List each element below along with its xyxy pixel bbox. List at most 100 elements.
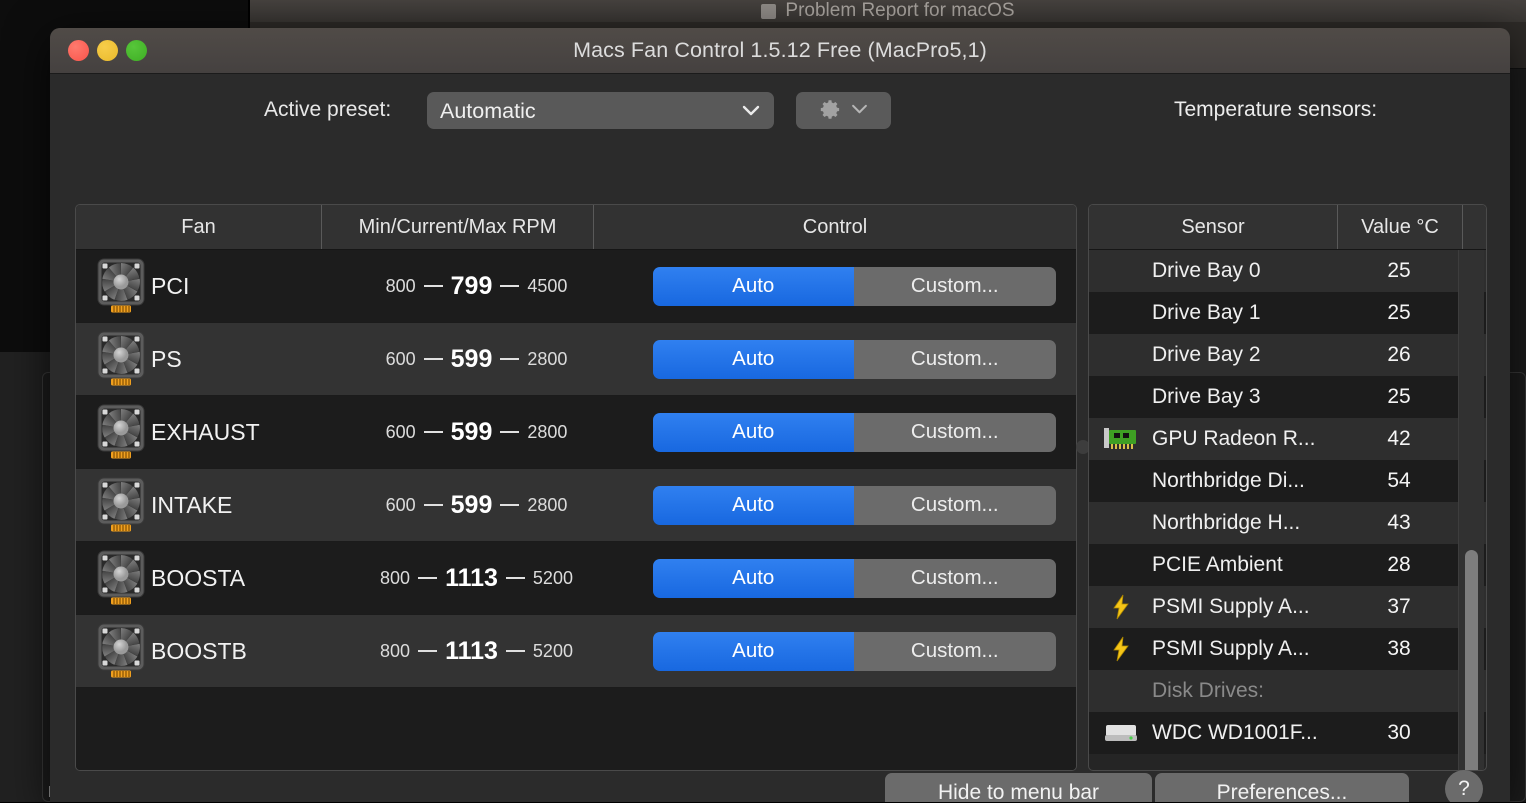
fan-custom-button[interactable]: Custom... (854, 267, 1056, 306)
fan-auto-button[interactable]: Auto (653, 340, 855, 379)
fan-rpm-values: 8007994500 (321, 272, 632, 301)
sensor-name: GPU Radeon R... (1152, 427, 1337, 451)
sensor-name: PCIE Ambient (1152, 553, 1337, 577)
value-column-header[interactable]: Value °C (1338, 205, 1463, 249)
sensor-row-container: Drive Bay 025Drive Bay 125Drive Bay 226D… (1089, 250, 1486, 754)
fan-table: Fan Min/Current/Max RPM Control PCI80079… (75, 204, 1077, 771)
fan-custom-button[interactable]: Custom... (854, 413, 1056, 452)
rpm-column-header[interactable]: Min/Current/Max RPM (322, 205, 594, 249)
sensor-scrollbar-track[interactable] (1458, 250, 1484, 770)
rpm-dash-icon (424, 504, 443, 507)
hide-to-menu-bar-button[interactable]: Hide to menu bar (885, 773, 1152, 802)
sensor-list: Drive Bay 025Drive Bay 125Drive Bay 226D… (1089, 250, 1486, 770)
chevron-down-icon (851, 103, 868, 118)
fan-rpm-max: 2800 (527, 495, 567, 516)
fan-auto-button[interactable]: Auto (653, 267, 855, 306)
fan-row[interactable]: PCI8007994500AutoCustom... (76, 250, 1076, 323)
sensor-row[interactable]: PSMI Supply A...38 (1089, 628, 1486, 670)
fan-row[interactable]: PS6005992800AutoCustom... (76, 323, 1076, 396)
fan-row[interactable]: BOOSTA80011135200AutoCustom... (76, 542, 1076, 615)
fan-rpm-values: 80011135200 (321, 637, 632, 666)
close-button[interactable] (68, 40, 89, 61)
lightning-icon (1111, 594, 1131, 620)
fan-row[interactable]: BOOSTB80011135200 AutoCustom... (76, 615, 1076, 688)
fan-icon-cell (76, 331, 151, 387)
rpm-dash-icon (418, 650, 437, 653)
fan-mode-segmented-control: AutoCustom... (653, 267, 1056, 306)
fan-auto-button[interactable]: Auto (653, 486, 855, 525)
maximize-button[interactable] (126, 40, 147, 61)
fan-custom-button[interactable]: Custom... (854, 486, 1056, 525)
fan-row-container: PCI8007994500AutoCustom...PS6005992800Au… (76, 250, 1076, 688)
rpm-dash-icon (424, 358, 443, 361)
fan-auto-button[interactable]: Auto (653, 413, 855, 452)
fan-rpm-min: 800 (386, 276, 416, 297)
gpu-card-icon (1104, 426, 1138, 452)
rpm-dash-icon (424, 285, 443, 288)
fan-column-header[interactable]: Fan (76, 205, 322, 249)
control-column-header[interactable]: Control (594, 205, 1076, 249)
sensor-row[interactable]: Northbridge Di...54 (1089, 460, 1486, 502)
fan-mode-segmented-control: AutoCustom... (653, 413, 1056, 452)
fan-custom-button[interactable]: Custom... (854, 340, 1056, 379)
fan-row[interactable]: INTAKE6005992800AutoCustom... (76, 469, 1076, 542)
rpm-dash-icon (500, 358, 519, 361)
fan-rpm-current: 599 (451, 345, 493, 374)
rpm-dash-icon (500, 285, 519, 288)
sensor-row[interactable]: PSMI Supply A...37 (1089, 586, 1486, 628)
sensor-column-header[interactable]: Sensor (1089, 205, 1338, 249)
fan-auto-button[interactable]: Auto (653, 632, 855, 671)
sensor-value: 54 (1337, 469, 1461, 493)
sensor-icon-cell (1089, 426, 1152, 452)
fan-icon-cell (76, 404, 151, 460)
fan-icon (97, 404, 145, 460)
fan-rpm-min: 600 (386, 349, 416, 370)
fan-row[interactable]: EXHAUST6005992800AutoCustom... (76, 396, 1076, 469)
fan-auto-button[interactable]: Auto (653, 559, 855, 598)
fan-table-empty-area (76, 688, 1076, 771)
sensor-value: 42 (1337, 427, 1461, 451)
fan-mode-segmented-control: AutoCustom... (653, 486, 1056, 525)
window-title: Macs Fan Control 1.5.12 Free (MacPro5,1) (50, 38, 1510, 63)
preset-settings-button[interactable] (796, 92, 891, 129)
traffic-light-group (68, 28, 147, 73)
minimize-button[interactable] (97, 40, 118, 61)
sensor-scrollbar-thumb[interactable] (1465, 550, 1478, 770)
sensor-row[interactable]: GPU Radeon R...42 (1089, 418, 1486, 460)
sensor-group-label: Disk Drives: (1152, 679, 1337, 703)
sensor-row[interactable]: PCIE Ambient28 (1089, 544, 1486, 586)
fan-rpm-current: 599 (451, 418, 493, 447)
active-preset-label: Active preset: (264, 98, 391, 122)
sensor-row[interactable]: Drive Bay 025 (1089, 250, 1486, 292)
fan-icon-cell (76, 623, 151, 679)
fan-icon-cell (76, 477, 151, 533)
sensor-row[interactable]: Drive Bay 226 (1089, 334, 1486, 376)
fan-mode-segmented-control: AutoCustom... (653, 340, 1056, 379)
fan-name: BOOSTB (151, 638, 321, 665)
background-window-title: Problem Report for macOS (785, 0, 1014, 22)
fan-name: PS (151, 346, 321, 373)
sensor-row[interactable]: Disk Drives: (1089, 670, 1486, 712)
fan-rpm-values: 6005992800 (321, 345, 632, 374)
preferences-button[interactable]: Preferences... (1155, 773, 1409, 802)
sensor-icon-cell (1089, 594, 1152, 620)
sensor-name: Drive Bay 2 (1152, 343, 1337, 367)
sensor-row[interactable]: WDC WD1001F...30 (1089, 712, 1486, 754)
window-body: Active preset: Automatic (50, 74, 1510, 802)
active-preset-select[interactable]: Automatic (427, 92, 774, 129)
fan-custom-button[interactable]: Custom... (854, 559, 1056, 598)
sensor-row[interactable]: Drive Bay 325 (1089, 376, 1486, 418)
fan-icon (97, 477, 145, 533)
preset-toolbar: Active preset: Automatic (50, 74, 1510, 146)
sensor-row[interactable]: Drive Bay 125 (1089, 292, 1486, 334)
sensor-header-spacer (1463, 205, 1486, 249)
sensor-row[interactable]: Northbridge H...43 (1089, 502, 1486, 544)
fan-custom-button[interactable]: Custom... (854, 632, 1056, 671)
fan-icon-cell (76, 258, 151, 314)
window-titlebar[interactable]: Macs Fan Control 1.5.12 Free (MacPro5,1) (50, 28, 1510, 74)
help-button[interactable]: ? (1445, 770, 1483, 802)
sensor-name: Drive Bay 1 (1152, 301, 1337, 325)
fan-control-cell: AutoCustom... (632, 413, 1076, 452)
macs-fan-control-window: Macs Fan Control 1.5.12 Free (MacPro5,1)… (50, 28, 1510, 802)
fan-icon (97, 331, 145, 387)
